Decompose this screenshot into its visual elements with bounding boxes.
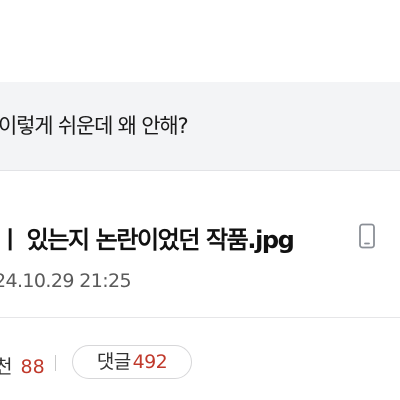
comment-button[interactable]: 댓글 492	[72, 345, 192, 379]
post-title: ㅣ 있는지 논란이었던 작품.jpg	[0, 226, 295, 254]
stat-separator	[55, 355, 56, 371]
like-stat[interactable]: 천 88	[0, 352, 45, 379]
post-stats-bar: 천 88 댓글 492	[0, 318, 400, 400]
related-post-row[interactable]: 이렇게 쉬운데 왜 안해?	[0, 82, 400, 170]
comment-label: 댓글	[96, 351, 131, 373]
like-count: 88	[20, 356, 45, 378]
like-label: 천	[0, 356, 13, 378]
related-post-title[interactable]: 이렇게 쉬운데 왜 안해?	[0, 110, 189, 140]
post-header: ㅣ 있는지 논란이었던 작품.jpg 24.10.29 21:25	[0, 171, 400, 317]
comment-count: 492	[132, 351, 168, 373]
mobile-phone-icon	[359, 223, 375, 249]
post-datetime: 24.10.29 21:25	[0, 270, 132, 292]
top-blank-area	[0, 0, 400, 82]
